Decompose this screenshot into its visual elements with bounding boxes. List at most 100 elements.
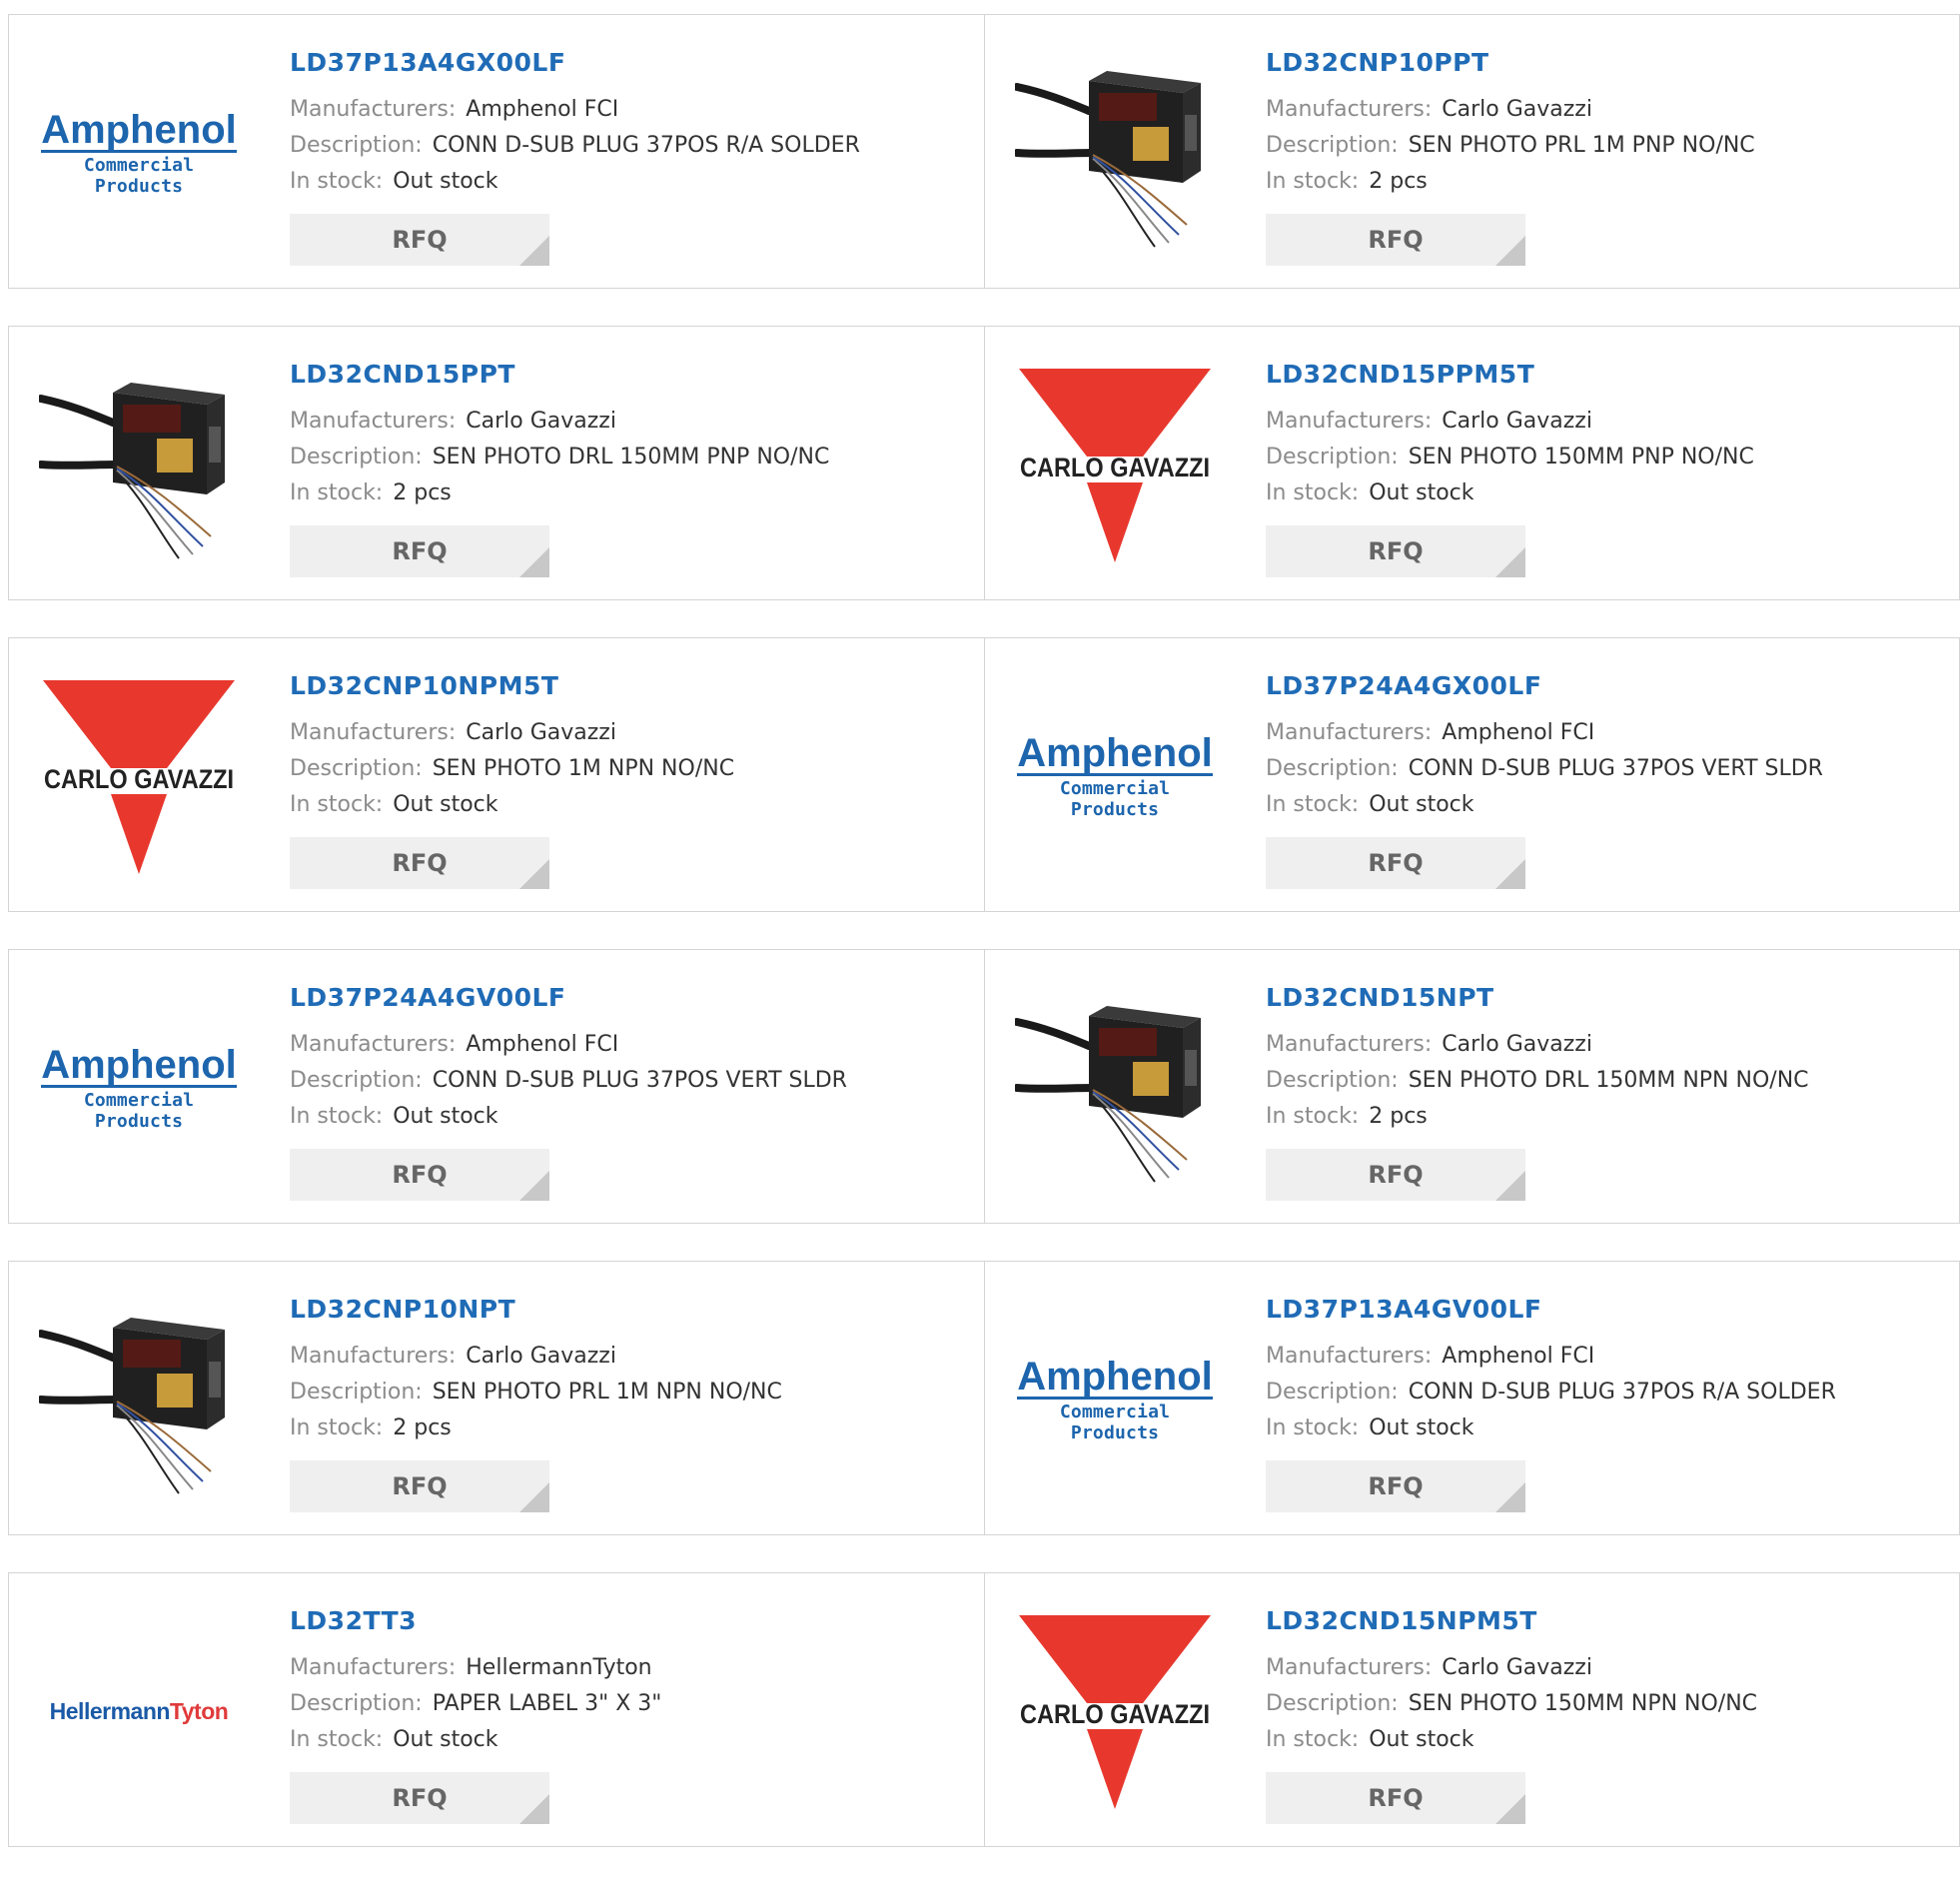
manufacturer-value: Amphenol FCI: [466, 1032, 619, 1057]
product-image[interactable]: CARLO GAVAZZI: [1015, 1611, 1215, 1811]
manufacturer-value: Carlo Gavazzi: [1442, 97, 1592, 122]
rfq-label: RFQ: [1368, 1161, 1424, 1189]
rfq-button[interactable]: RFQ: [1266, 1149, 1525, 1201]
product-image[interactable]: [39, 365, 239, 564]
product-image[interactable]: HellermannTyton: [39, 1611, 239, 1811]
rfq-label: RFQ: [392, 226, 448, 254]
product-image[interactable]: [1015, 53, 1215, 253]
part-number-link[interactable]: LD37P24A4GV00LF: [290, 983, 847, 1013]
part-number-link[interactable]: LD32CNP10NPM5T: [290, 671, 734, 701]
product-image[interactable]: CARLO GAVAZZI: [39, 676, 239, 876]
amphenol-logo: Amphenol Commercial Products: [1015, 733, 1215, 820]
manufacturer-value: Carlo Gavazzi: [1442, 409, 1592, 434]
manufacturers-label: Manufacturers:: [290, 1344, 457, 1369]
product-info: LD32CNP10PPT Manufacturers: Carlo Gavazzi D…: [1266, 48, 1755, 266]
in-stock-label: In stock:: [290, 480, 384, 505]
rfq-button[interactable]: RFQ: [290, 1149, 549, 1201]
manufacturer-value: Carlo Gavazzi: [466, 409, 616, 434]
product-image[interactable]: Amphenol Commercial Products: [39, 53, 239, 253]
description-label: Description:: [1266, 1691, 1399, 1716]
product-image[interactable]: Amphenol Commercial Products: [39, 988, 239, 1188]
product-card: Amphenol Commercial Products LD37P24A4GV…: [8, 949, 985, 1224]
in-stock-label: In stock:: [1266, 1104, 1360, 1129]
part-number-link[interactable]: LD32CNP10NPT: [290, 1295, 782, 1325]
rfq-button[interactable]: RFQ: [1266, 214, 1525, 266]
part-number-link[interactable]: LD32TT3: [290, 1606, 661, 1636]
manufacturer-value: HellermannTyton: [466, 1655, 652, 1680]
description-label: Description:: [290, 445, 423, 470]
photo-sensor-image: [39, 365, 239, 564]
manufacturers-label: Manufacturers:: [1266, 720, 1433, 745]
stock-line: In stock: 2 pcs: [1266, 164, 1755, 200]
amphenol-logo: Amphenol Commercial Products: [39, 1045, 239, 1132]
rfq-button[interactable]: RFQ: [290, 525, 549, 577]
stock-value: 2 pcs: [393, 480, 452, 505]
description-label: Description:: [290, 1380, 423, 1405]
product-image[interactable]: CARLO GAVAZZI: [1015, 365, 1215, 564]
manufacturer-line: Manufacturers: Amphenol FCI: [290, 1027, 847, 1063]
description-value: SEN PHOTO 150MM NPN NO/NC: [1408, 1691, 1758, 1716]
description-value: CONN D-SUB PLUG 37POS VERT SLDR: [432, 1068, 847, 1093]
product-image[interactable]: [39, 1300, 239, 1499]
product-image[interactable]: [1015, 988, 1215, 1188]
rfq-button[interactable]: RFQ: [290, 837, 549, 889]
part-number-link[interactable]: LD32CND15NPT: [1266, 983, 1809, 1013]
part-number-link[interactable]: LD37P13A4GV00LF: [1266, 1295, 1836, 1325]
manufacturers-label: Manufacturers:: [1266, 1655, 1433, 1680]
amphenol-logo: Amphenol Commercial Products: [1015, 1357, 1215, 1443]
manufacturer-value: Carlo Gavazzi: [1442, 1032, 1592, 1057]
rfq-button[interactable]: RFQ: [290, 1460, 549, 1512]
rfq-button[interactable]: RFQ: [290, 1772, 549, 1824]
rfq-button[interactable]: RFQ: [1266, 1460, 1525, 1512]
rfq-button[interactable]: RFQ: [1266, 525, 1525, 577]
amphenol-logo-subtitle: Commercial Products: [83, 1089, 195, 1132]
manufacturers-label: Manufacturers:: [290, 97, 457, 122]
amphenol-logo-subtitle: Commercial Products: [83, 154, 195, 197]
description-line: Description: SEN PHOTO PRL 1M PNP NO/NC: [1266, 128, 1755, 164]
part-number-link[interactable]: LD32CND15NPM5T: [1266, 1606, 1757, 1636]
manufacturer-value: Amphenol FCI: [466, 97, 619, 122]
product-row: LD32CND15PPT Manufacturers: Carlo Gavazzi D…: [8, 326, 1960, 600]
product-image[interactable]: Amphenol Commercial Products: [1015, 676, 1215, 876]
carlo-gavazzi-logo-text: CARLO GAVAZZI: [1020, 453, 1210, 482]
rfq-label: RFQ: [392, 1472, 448, 1500]
part-number-link[interactable]: LD37P24A4GX00LF: [1266, 671, 1823, 701]
in-stock-label: In stock:: [290, 1727, 384, 1752]
part-number-link[interactable]: LD32CND15PPT: [290, 360, 829, 390]
description-value: CONN D-SUB PLUG 37POS VERT SLDR: [1408, 756, 1823, 781]
description-value: CONN D-SUB PLUG 37POS R/A SOLDER: [1408, 1380, 1836, 1405]
product-info: LD37P24A4GX00LF Manufacturers: Amphenol FC…: [1266, 671, 1823, 889]
stock-line: In stock: Out stock: [290, 1099, 847, 1135]
manufacturers-label: Manufacturers:: [1266, 1344, 1433, 1369]
part-number-link[interactable]: LD37P13A4GX00LF: [290, 48, 860, 78]
rfq-button[interactable]: RFQ: [290, 214, 549, 266]
description-line: Description: SEN PHOTO DRL 150MM NPN NO/N…: [1266, 1063, 1809, 1099]
description-label: Description:: [290, 756, 423, 781]
description-value: SEN PHOTO DRL 150MM PNP NO/NC: [432, 445, 830, 470]
in-stock-label: In stock:: [1266, 1415, 1360, 1440]
rfq-label: RFQ: [1368, 1784, 1424, 1812]
product-info: LD37P13A4GV00LF Manufacturers: Amphenol FC…: [1266, 1295, 1836, 1512]
corner-fold-icon: [519, 859, 549, 889]
rfq-button[interactable]: RFQ: [1266, 837, 1525, 889]
corner-fold-icon: [1495, 1794, 1525, 1824]
product-image[interactable]: Amphenol Commercial Products: [1015, 1300, 1215, 1499]
rfq-label: RFQ: [392, 1161, 448, 1189]
rfq-button[interactable]: RFQ: [1266, 1772, 1525, 1824]
rfq-label: RFQ: [392, 537, 448, 565]
manufacturers-label: Manufacturers:: [1266, 97, 1433, 122]
product-info: LD37P13A4GX00LF Manufacturers: Amphenol FC…: [290, 48, 860, 266]
amphenol-logo-name: Amphenol: [1017, 730, 1213, 776]
description-line: Description: CONN D-SUB PLUG 37POS R/A SO…: [1266, 1375, 1836, 1411]
manufacturers-label: Manufacturers:: [1266, 409, 1433, 434]
rfq-label: RFQ: [392, 1784, 448, 1812]
description-line: Description: CONN D-SUB PLUG 37POS VERT S…: [1266, 751, 1823, 787]
manufacturer-line: Manufacturers: Carlo Gavazzi: [1266, 1650, 1757, 1686]
manufacturer-line: Manufacturers: Carlo Gavazzi: [290, 1339, 782, 1375]
description-line: Description: SEN PHOTO 150MM NPN NO/NC: [1266, 1686, 1757, 1722]
part-number-link[interactable]: LD32CNP10PPT: [1266, 48, 1755, 78]
description-value: SEN PHOTO DRL 150MM NPN NO/NC: [1408, 1068, 1809, 1093]
stock-line: In stock: 2 pcs: [290, 1411, 782, 1446]
part-number-link[interactable]: LD32CND15PPM5T: [1266, 360, 1754, 390]
manufacturer-line: Manufacturers: Carlo Gavazzi: [1266, 92, 1755, 128]
